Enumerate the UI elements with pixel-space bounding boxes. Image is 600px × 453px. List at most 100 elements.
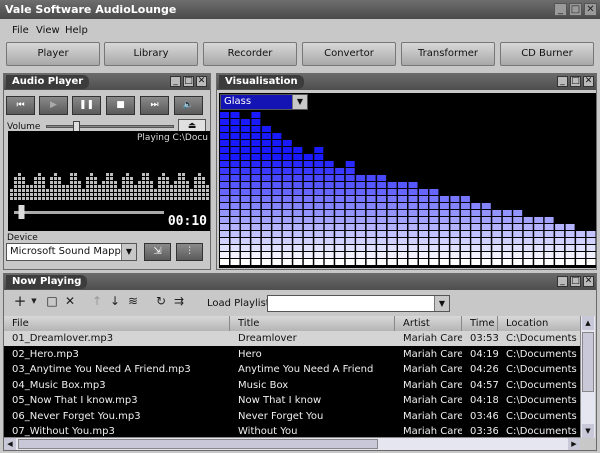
visualisation-bar-cell: [356, 210, 366, 216]
record-input-icon[interactable]: ⇲: [144, 243, 171, 261]
table-row[interactable]: 01_Dreamlover.mp3 Dreamlover Mariah Carey 0…: [4, 331, 580, 346]
load-playlist-select[interactable]: ▼: [267, 295, 450, 312]
visualisation-bar-cell: [261, 126, 271, 132]
select-none-icon[interactable]: □: [44, 293, 60, 309]
chevron-down-icon[interactable]: ▼: [26, 293, 42, 309]
visualisation-bar-cell: [314, 175, 324, 181]
visualisation-bar-cell: [303, 231, 313, 237]
visualisation-bar-cell: [282, 168, 292, 174]
visualisation-bar-cell: [513, 217, 523, 223]
minimize-icon[interactable]: _: [554, 3, 567, 16]
menu-file[interactable]: File: [12, 25, 29, 36]
visualisation-bar-cell: [240, 210, 250, 216]
stop-icon[interactable]: ■: [106, 96, 135, 115]
maximize-icon[interactable]: □: [569, 3, 582, 16]
play-icon[interactable]: ▶: [39, 96, 68, 115]
visualisation-bar-cell: [377, 175, 387, 181]
cell-location: C:\Documents and: [506, 379, 580, 391]
pause-icon[interactable]: ❚❚: [72, 96, 101, 115]
crossfade-icon[interactable]: ⇉: [171, 293, 187, 309]
cell-time: 03:46: [470, 410, 498, 422]
horizontal-scrollbar[interactable]: ◀ ▶: [4, 437, 580, 450]
position-slider-thumb[interactable]: [18, 205, 25, 219]
visualisation-bar-cell: [272, 210, 282, 216]
vertical-scrollbar[interactable]: ▲ ▼: [580, 316, 595, 438]
scroll-left-icon[interactable]: ◀: [4, 438, 16, 450]
panel-close-icon[interactable]: ✕: [583, 276, 594, 287]
preset-select[interactable]: Glass ▼: [220, 94, 308, 110]
move-down-icon[interactable]: ↓: [107, 293, 123, 309]
speaker-icon[interactable]: 🔈: [174, 96, 203, 115]
visualisation-bar-cell: [576, 231, 586, 237]
panel-minimize-icon[interactable]: _: [170, 76, 181, 87]
device-label: Device: [7, 233, 38, 243]
skip-back-icon[interactable]: ⏮: [6, 96, 35, 115]
column-file[interactable]: File: [4, 316, 230, 331]
column-artist[interactable]: Artist: [395, 316, 462, 331]
scroll-right-icon[interactable]: ▶: [568, 438, 580, 450]
visualisation-bar-cell: [261, 224, 271, 230]
visualisation-bar-cell: [419, 203, 428, 209]
panel-minimize-icon[interactable]: _: [557, 276, 568, 287]
close-icon[interactable]: ✕: [584, 3, 597, 16]
visualisation-bar-cell: [460, 217, 470, 223]
nav-cd-burner-button[interactable]: CD Burner: [500, 42, 594, 66]
nav-convertor-button[interactable]: Convertor: [302, 42, 396, 66]
remove-icon[interactable]: ✕: [62, 293, 78, 309]
panel-close-icon[interactable]: ✕: [196, 76, 207, 87]
horizontal-scroll-thumb[interactable]: [18, 439, 378, 449]
shuffle-icon[interactable]: ≋: [125, 293, 141, 309]
table-row[interactable]: 06_Never Forget You.mp3 Never Forget You M…: [4, 409, 580, 424]
column-title[interactable]: Title: [230, 316, 395, 331]
panel-maximize-icon[interactable]: □: [183, 76, 194, 87]
table-row[interactable]: 03_Anytime You Need A Friend.mp3 Anytime …: [4, 362, 580, 377]
nav-library-button[interactable]: Library: [104, 42, 198, 66]
chevron-down-icon[interactable]: ▼: [292, 95, 307, 109]
nav-transformer-button[interactable]: Transformer: [401, 42, 495, 66]
move-up-icon[interactable]: ↑: [89, 293, 105, 309]
visualisation-bar-cell: [345, 238, 355, 244]
panel-minimize-icon[interactable]: _: [557, 76, 568, 87]
scroll-up-icon[interactable]: ▲: [582, 316, 594, 330]
visualisation-bar-cell: [429, 210, 439, 216]
visualisation-bar-cell: [282, 147, 292, 153]
visualisation-bar-cell: [324, 161, 334, 167]
scroll-down-icon[interactable]: ▼: [582, 424, 594, 438]
table-row[interactable]: 05_Now That I know.mp3 Now That I know Mar…: [4, 393, 580, 408]
column-location[interactable]: Location: [498, 316, 580, 331]
menu-help[interactable]: Help: [65, 25, 88, 36]
visualisation-bar-cell: [230, 112, 240, 118]
visualisation-bar-cell: [335, 217, 345, 223]
nav-recorder-button[interactable]: Recorder: [203, 42, 297, 66]
skip-forward-icon[interactable]: ⏭: [140, 96, 169, 115]
visualisation-bar-cell: [240, 259, 250, 265]
volume-slider[interactable]: [46, 121, 174, 133]
visualisation-bar-cell: [293, 182, 303, 188]
mixer-icon[interactable]: ⫶: [176, 243, 203, 261]
visualisation-bar-cell: [282, 196, 292, 202]
visualisation-bar-cell: [293, 147, 303, 153]
column-time[interactable]: Time: [462, 316, 498, 331]
visualisation-bar-cell: [450, 231, 460, 237]
visualisation-bar-cell: [460, 203, 470, 209]
vertical-scroll-thumb[interactable]: [582, 332, 594, 392]
table-row[interactable]: 07_Without You.mp3 Without You Mariah Care…: [4, 424, 580, 438]
visualisation-bar-cell: [272, 140, 282, 146]
table-row[interactable]: 02_Hero.mp3 Hero Mariah Carey 04:19 C:\Docum…: [4, 347, 580, 362]
chevron-down-icon[interactable]: ▼: [434, 296, 449, 311]
visualisation-bar-cell: [576, 252, 586, 258]
visualisation-bar-cell: [230, 259, 240, 265]
table-row[interactable]: 04_Music Box.mp3 Music Box Mariah Carey 04:…: [4, 378, 580, 393]
visualisation-bars: [220, 112, 596, 265]
panel-maximize-icon[interactable]: □: [570, 76, 581, 87]
chevron-down-icon[interactable]: ▼: [121, 244, 136, 260]
device-select[interactable]: Microsoft Sound Mapper ▼: [6, 243, 137, 261]
visualisation-bar-cell: [230, 161, 240, 167]
menu-view[interactable]: View: [36, 25, 60, 36]
nav-player-button[interactable]: Player: [6, 42, 100, 66]
panel-maximize-icon[interactable]: □: [570, 276, 581, 287]
visualisation-bar-cell: [366, 224, 376, 230]
repeat-icon[interactable]: ↻: [153, 293, 169, 309]
panel-close-icon[interactable]: ✕: [583, 76, 594, 87]
visualisation-bar-cell: [377, 196, 387, 202]
